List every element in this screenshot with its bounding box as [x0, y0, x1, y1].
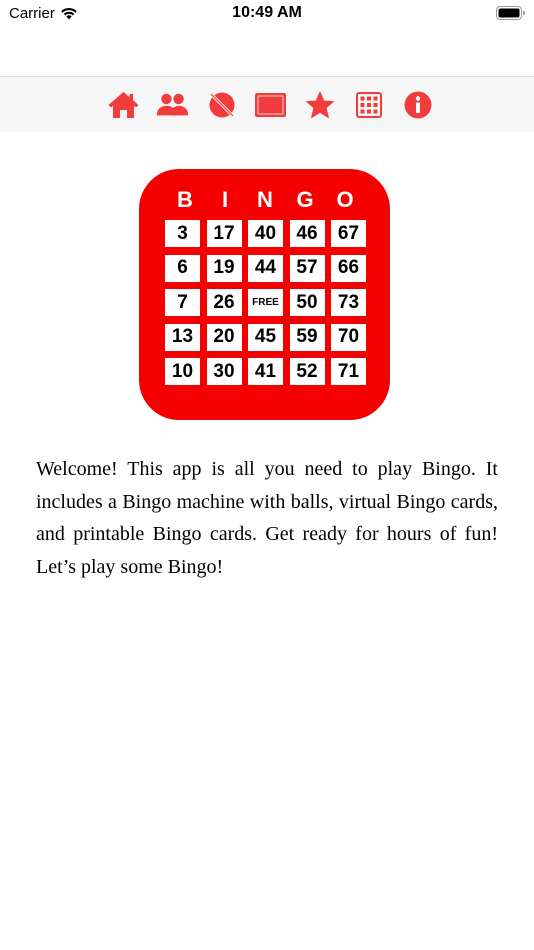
bingo-cell: 19 [206, 254, 242, 282]
bingo-cell: 59 [289, 323, 325, 351]
bingo-cell: 20 [206, 323, 242, 351]
screen-button[interactable] [254, 90, 287, 120]
players-button[interactable] [156, 90, 189, 120]
bingo-cell: 52 [289, 358, 325, 385]
bingo-free-cell: FREE [248, 289, 283, 316]
bingo-cell: 26 [206, 289, 242, 316]
bingo-cell: 46 [289, 220, 325, 247]
clock: 10:49 AM [232, 4, 302, 21]
ball-off-button[interactable] [205, 90, 238, 120]
bingo-grid: 3 17 40 46 67 6 19 44 57 66 7 26 FREE 50… [165, 220, 367, 385]
players-icon [156, 93, 189, 116]
welcome-text: Welcome! This app is all you need to pla… [36, 458, 498, 578]
bingo-cell: 66 [331, 254, 366, 282]
bingo-cell: 70 [331, 323, 366, 351]
bingo-letter: B [177, 187, 193, 212]
home-icon [108, 92, 139, 118]
bingo-cell: 50 [289, 289, 325, 316]
bingo-cell: 73 [331, 289, 366, 316]
bingo-cell: 57 [289, 254, 325, 282]
bingo-cell: 44 [248, 254, 283, 282]
bingo-letter: I [221, 187, 229, 212]
bingo-header: B I N G O [165, 187, 365, 213]
ball-off-icon [209, 92, 234, 118]
toolbar-icons [107, 90, 434, 120]
toolbar [0, 76, 534, 132]
info-icon [404, 91, 431, 119]
bingo-cell: 7 [165, 289, 200, 316]
bingo-letter: N [257, 187, 273, 212]
screen-icon [255, 93, 286, 117]
bingo-cell: 10 [165, 358, 200, 385]
bingo-letter: O [336, 187, 354, 212]
bingo-cell: 45 [248, 323, 283, 351]
battery-icon [496, 6, 525, 20]
bingo-cell: 30 [206, 358, 242, 385]
bingo-card-logo: B I N G O 3 17 40 46 67 6 19 44 57 66 7 … [139, 169, 390, 420]
favorites-button[interactable] [303, 90, 336, 120]
bingo-cell: 3 [165, 220, 200, 247]
bingo-cell: 67 [331, 220, 366, 247]
star-icon [305, 91, 334, 119]
info-button[interactable] [401, 90, 434, 120]
bingo-cell: 71 [331, 358, 366, 385]
bingo-cell: 17 [206, 220, 242, 247]
status-bar: Carrier 10:49 AM [0, 0, 534, 28]
bingo-cell: 13 [165, 323, 200, 351]
bingo-cell: 40 [248, 220, 283, 247]
home-button[interactable] [107, 90, 140, 120]
cards-grid-button[interactable] [352, 90, 385, 120]
bingo-cell: 41 [248, 358, 283, 385]
bingo-cell: 6 [165, 254, 200, 282]
grid-icon [355, 92, 382, 118]
bingo-letter: G [296, 187, 314, 212]
